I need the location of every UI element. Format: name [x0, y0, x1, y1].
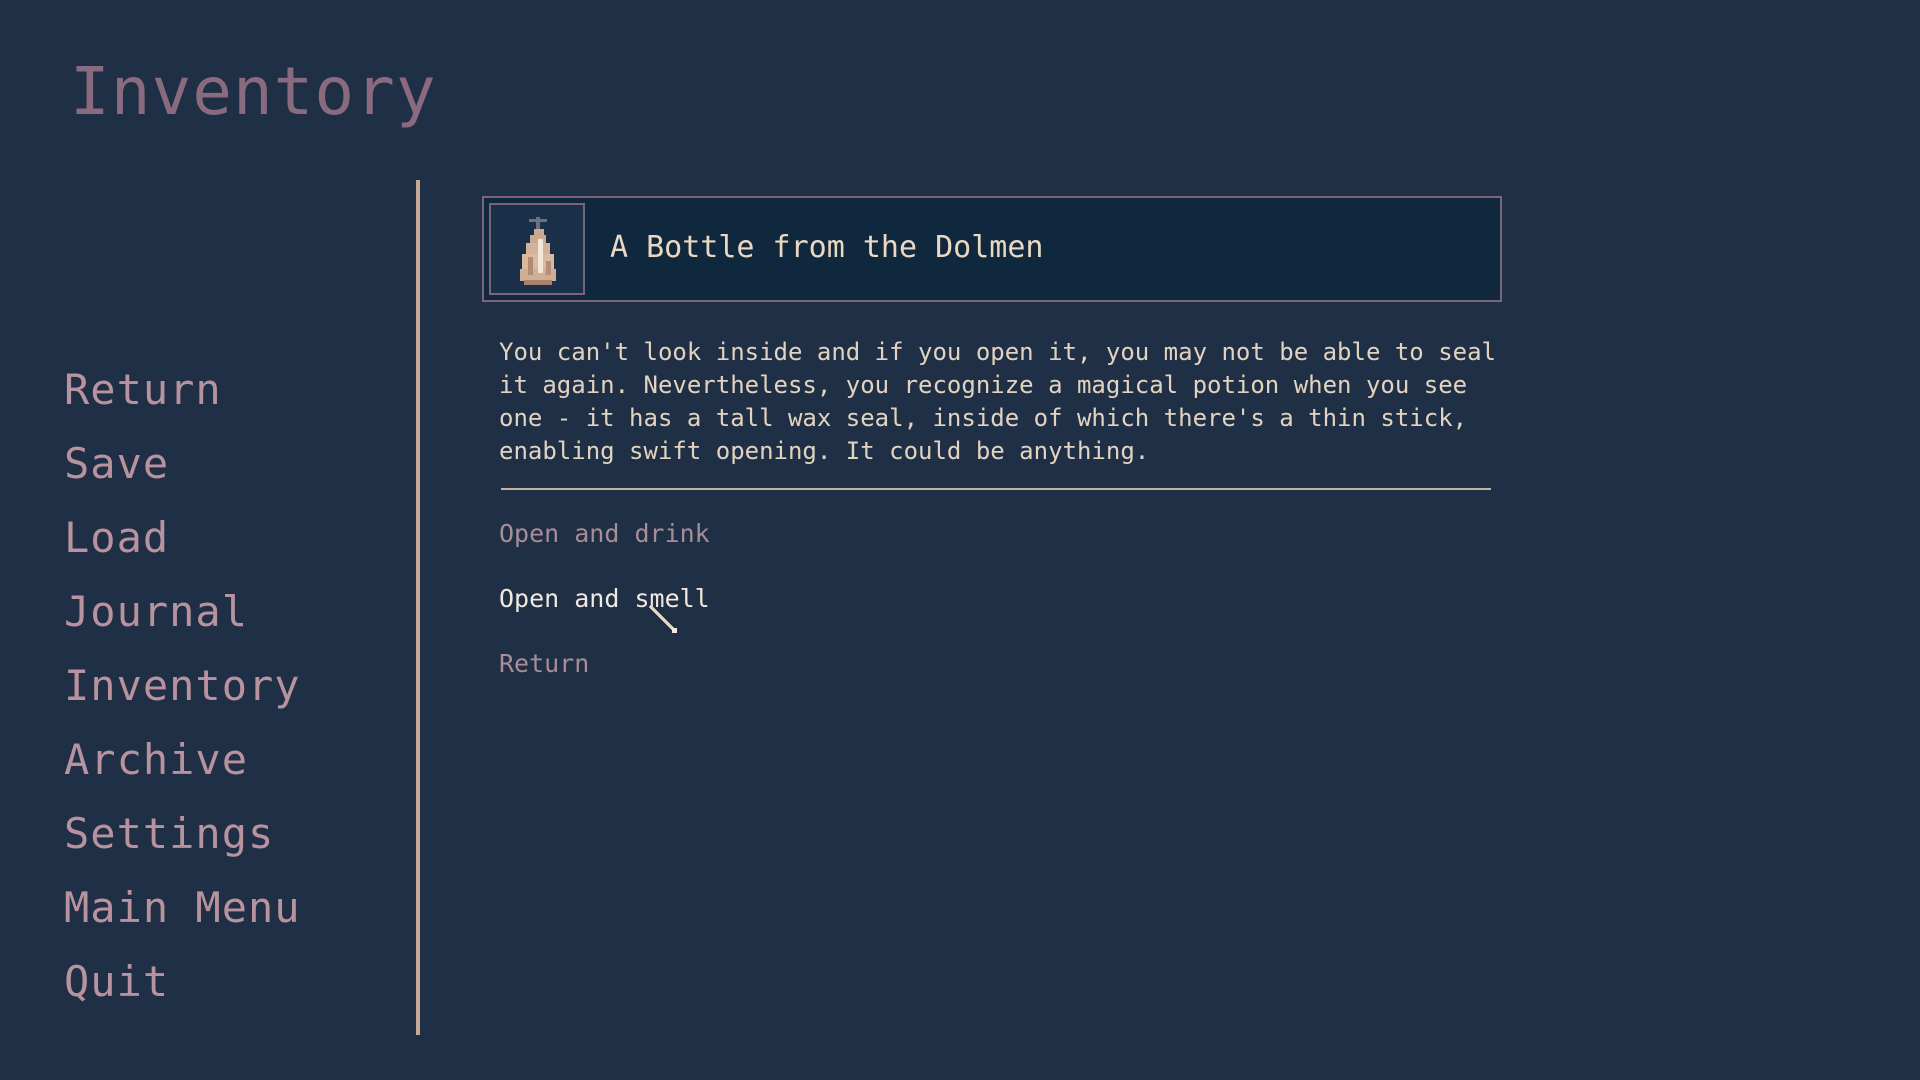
- option-return[interactable]: Return: [499, 644, 1099, 709]
- item-icon-frame: [489, 203, 585, 295]
- option-open-and-smell[interactable]: Open and smell: [499, 579, 1099, 644]
- description-divider: [501, 488, 1491, 490]
- item-name: A Bottle from the Dolmen: [610, 230, 1044, 265]
- page-title: Inventory: [70, 53, 437, 130]
- sidebar-divider: [416, 180, 420, 1035]
- item-header: A Bottle from the Dolmen: [482, 196, 1502, 302]
- sidebar-item-archive[interactable]: Archive: [64, 732, 394, 806]
- option-open-and-drink[interactable]: Open and drink: [499, 514, 1099, 579]
- sidebar-item-save[interactable]: Save: [64, 436, 394, 510]
- action-options: Open and drink Open and smell Return: [499, 514, 1099, 709]
- wand-cursor-icon: [648, 604, 677, 633]
- sidebar-item-main-menu[interactable]: Main Menu: [64, 880, 394, 954]
- sidebar-item-quit[interactable]: Quit: [64, 954, 394, 1028]
- item-description: You can't look inside and if you open it…: [499, 338, 1496, 465]
- sidebar-item-load[interactable]: Load: [64, 510, 394, 584]
- sidebar-item-settings[interactable]: Settings: [64, 806, 394, 880]
- sidebar-item-return[interactable]: Return: [64, 362, 394, 436]
- sidebar-item-journal[interactable]: Journal: [64, 584, 394, 658]
- sidebar-menu: Return Save Load Journal Inventory Archi…: [64, 362, 394, 1028]
- potion-bottle-icon: [520, 217, 556, 285]
- sidebar-item-inventory[interactable]: Inventory: [64, 658, 394, 732]
